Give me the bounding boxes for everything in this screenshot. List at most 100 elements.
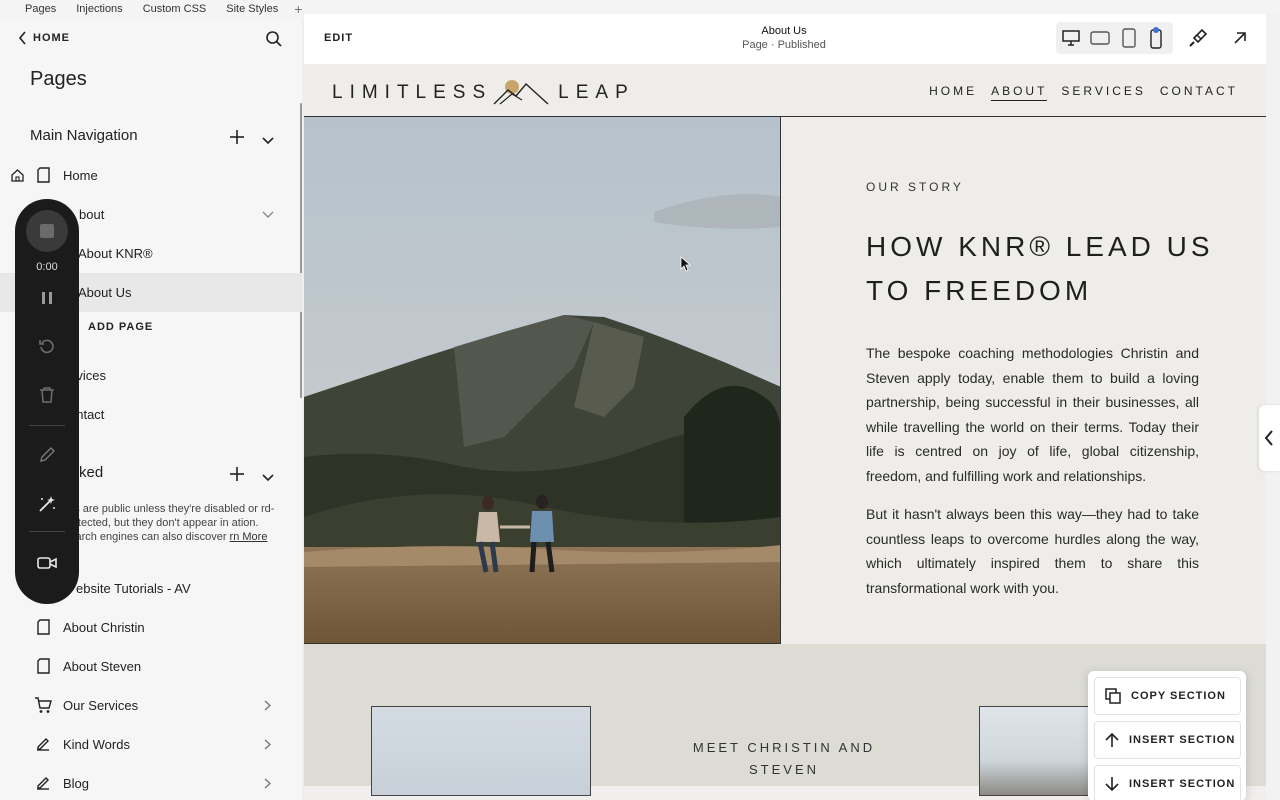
unlinked-item-blog[interactable]: Blog bbox=[0, 764, 302, 800]
not-linked-title: ked bbox=[79, 464, 104, 481]
unlinked-item-kind-words[interactable]: Kind Words bbox=[0, 725, 302, 764]
story-paragraph-2: But it hasn't always been this way—they … bbox=[866, 506, 1199, 596]
copy-section-button[interactable]: COPY SECTION bbox=[1094, 677, 1241, 715]
exit-arrow-icon[interactable] bbox=[1232, 30, 1248, 46]
nav-item-label: About KNR® bbox=[78, 246, 153, 261]
site-nav-contact[interactable]: CONTACT bbox=[1160, 84, 1238, 101]
story-heading: HOW KNR® LEAD US TO FREEDOM bbox=[866, 231, 1214, 306]
homepage-icon bbox=[11, 169, 24, 182]
tablet-portrait-icon[interactable] bbox=[1122, 28, 1136, 48]
not-linked-add-button[interactable] bbox=[230, 466, 244, 482]
nav-item-label: About Christin bbox=[63, 620, 145, 635]
back-home-button[interactable]: HOME bbox=[18, 31, 70, 45]
back-home-label: HOME bbox=[33, 32, 70, 44]
unlinked-item-about-steven[interactable]: About Steven bbox=[0, 647, 302, 686]
not-linked-description: ges are public unless they're disabled o… bbox=[62, 502, 284, 544]
insert-section-below-button[interactable]: INSERT SECTION bbox=[1094, 765, 1241, 800]
pages-panel-header: HOME bbox=[0, 18, 302, 62]
steven-photo[interactable] bbox=[979, 706, 1099, 796]
toolbar-divider bbox=[29, 531, 65, 532]
arrow-down-icon bbox=[1105, 777, 1119, 792]
edit-button[interactable]: EDIT bbox=[324, 32, 353, 44]
section-actions-menu: COPY SECTION INSERT SECTION INSERT SECTI… bbox=[1088, 671, 1246, 800]
main-nav-add-button[interactable] bbox=[230, 129, 244, 145]
mobile-icon[interactable] bbox=[1150, 27, 1162, 49]
nav-item-label: Blog bbox=[63, 776, 90, 791]
chevron-right-icon bbox=[264, 778, 271, 789]
site-navigation: HOME ABOUT SERVICES CONTACT bbox=[929, 84, 1238, 101]
logo-text-left: LIMITLESS bbox=[332, 82, 493, 103]
camera-icon[interactable] bbox=[37, 556, 57, 570]
search-button[interactable] bbox=[265, 30, 283, 53]
tablet-landscape-icon[interactable] bbox=[1090, 31, 1110, 45]
meet-heading: MEET CHRISTIN AND STEVEN bbox=[692, 740, 876, 777]
site-nav-about[interactable]: ABOUT bbox=[991, 84, 1048, 101]
blog-icon bbox=[37, 777, 49, 790]
site-nav-services[interactable]: SERVICES bbox=[1061, 84, 1145, 101]
unlinked-item-about-christin[interactable]: About Christin bbox=[0, 608, 302, 647]
screen-recorder-toolbar: 0:00 bbox=[15, 199, 79, 604]
plus-icon bbox=[230, 467, 244, 481]
insert-section-label: INSERT SECTION bbox=[1129, 734, 1236, 746]
site-nav-home[interactable]: HOME bbox=[929, 84, 977, 101]
arrow-up-icon bbox=[1105, 732, 1119, 747]
chevron-left-icon bbox=[1264, 430, 1273, 446]
editor-header: EDIT About Us Page · Published bbox=[304, 14, 1266, 64]
nav-item-label: Kind Words bbox=[63, 737, 130, 752]
nav-item-label: ebsite Tutorials - AV bbox=[76, 581, 191, 596]
tab-pages[interactable]: Pages bbox=[0, 0, 66, 18]
hero-photo-couple-mountain[interactable] bbox=[304, 117, 781, 644]
copy-icon bbox=[1105, 688, 1121, 704]
chevron-down-icon bbox=[262, 474, 274, 482]
stop-recording-button[interactable] bbox=[26, 210, 68, 252]
christin-photo[interactable] bbox=[371, 706, 591, 796]
nav-item-label: About Us bbox=[78, 285, 132, 300]
tab-site-styles[interactable]: Site Styles bbox=[216, 0, 288, 18]
plus-icon bbox=[230, 130, 244, 144]
panel-toggle-button[interactable] bbox=[1259, 405, 1280, 471]
unlinked-item-our-services[interactable]: Our Services bbox=[0, 686, 302, 725]
site-styles-brush-icon[interactable] bbox=[1188, 28, 1208, 48]
page-status: Page · Published bbox=[742, 39, 826, 51]
logo-text-right: LEAP bbox=[558, 82, 635, 103]
nav-item-label: bout bbox=[79, 207, 105, 222]
chevron-left-icon bbox=[18, 31, 26, 45]
page-icon bbox=[37, 167, 50, 183]
magic-wand-icon[interactable] bbox=[37, 494, 57, 514]
story-paragraph-1: The bespoke coaching methodologies Chris… bbox=[866, 345, 1199, 484]
pages-panel-title: Pages bbox=[30, 68, 87, 90]
pause-icon[interactable] bbox=[40, 291, 54, 305]
main-navigation-title: Main Navigation bbox=[30, 127, 138, 144]
cart-icon bbox=[35, 697, 52, 713]
insert-section-above-button[interactable]: INSERT SECTION bbox=[1094, 721, 1241, 759]
nav-item-label: Home bbox=[63, 168, 98, 183]
nav-item-label: Our Services bbox=[63, 698, 139, 713]
site-header: LIMITLESS LEAP HOME ABOUT SERVICES CONTA… bbox=[304, 64, 1266, 117]
recording-timer: 0:00 bbox=[36, 261, 58, 273]
copy-section-label: COPY SECTION bbox=[1131, 690, 1226, 702]
restart-icon[interactable] bbox=[38, 337, 56, 355]
chevron-down-icon bbox=[262, 211, 274, 218]
site-logo[interactable]: LIMITLESS LEAP bbox=[332, 78, 635, 108]
landscape-photo bbox=[304, 117, 780, 643]
not-linked-collapse-button[interactable] bbox=[262, 469, 274, 487]
chevron-right-icon bbox=[264, 739, 271, 750]
desktop-icon[interactable] bbox=[1062, 30, 1080, 46]
page-icon bbox=[37, 619, 50, 635]
learn-more-link[interactable]: rn More bbox=[230, 531, 268, 543]
blog-icon bbox=[37, 738, 49, 751]
tab-custom-css[interactable]: Custom CSS bbox=[133, 0, 217, 18]
add-page-button[interactable]: ADD PAGE bbox=[88, 321, 153, 333]
nav-item-label: About Steven bbox=[63, 659, 142, 674]
insert-section-label: INSERT SECTION bbox=[1129, 778, 1236, 790]
device-preview-group bbox=[1056, 22, 1173, 54]
our-story-section: OUR STORY HOW KNR® LEAD US TO FREEDOM Th… bbox=[781, 117, 1266, 644]
tab-injections[interactable]: Injections bbox=[66, 0, 132, 18]
nav-item-home[interactable]: Home bbox=[0, 156, 302, 195]
mountain-logo-icon bbox=[493, 80, 549, 105]
trash-icon[interactable] bbox=[39, 386, 55, 403]
toolbar-divider bbox=[29, 425, 65, 426]
chevron-right-icon bbox=[264, 700, 271, 711]
main-nav-collapse-button[interactable] bbox=[262, 132, 274, 150]
pencil-icon[interactable] bbox=[39, 446, 56, 463]
